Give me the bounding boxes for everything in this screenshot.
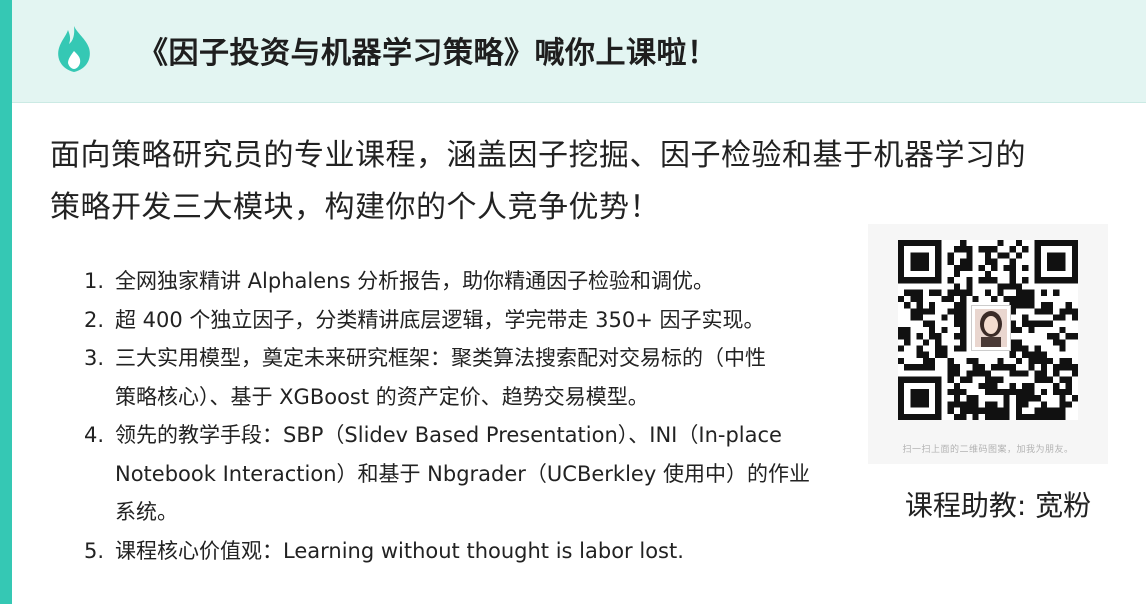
feature-item: 1. 全网独家精讲 Alphalens 分析报告，助你精通因子检验和调优。 [84, 262, 874, 301]
page-title: 《因子投资与机器学习策略》喊你上课啦！ [138, 36, 718, 71]
flame-icon [58, 26, 90, 72]
course-card: 《因子投资与机器学习策略》喊你上课啦！ 面向策略研究员的专业课程，涵盖因子挖掘、… [0, 0, 1146, 604]
feature-item: 5. 课程核心价值观：Learning without thought is l… [84, 532, 874, 571]
wechat-qr-card: 扫一扫上面的二维码图案，加我为朋友。 [868, 224, 1108, 464]
feature-item: 2. 超 400 个独立因子，分类精讲底层逻辑，学完带走 350+ 因子实现。 [84, 301, 874, 340]
feature-item: 4. 领先的教学手段：SBP（Slidev Based Presentation… [84, 416, 874, 532]
feature-number: 2. [84, 307, 105, 332]
course-summary: 面向策略研究员的专业课程，涵盖因子挖掘、因子检验和基于机器学习的 策略开发三大模… [50, 130, 1110, 234]
feature-text: 三大实用模型，奠定未来研究框架：聚类算法搜索配对交易标的（中性 [115, 346, 766, 370]
feature-text: 全网独家精讲 Alphalens 分析报告，助你精通因子检验和调优。 [115, 269, 715, 293]
feature-number: 1. [84, 269, 105, 293]
assistant-label: 课程助教: 宽粉 [904, 489, 1092, 522]
feature-text: 超 400 个独立因子，分类精讲底层逻辑，学完带走 350+ 因子实现。 [115, 307, 765, 332]
feature-text: 系统。 [115, 500, 178, 524]
feature-number: 4. [84, 423, 105, 447]
feature-number: 3. [84, 346, 105, 370]
feature-number: 5. [84, 538, 105, 563]
feature-text: 课程核心价值观：Learning without thought is labo… [115, 538, 684, 563]
summary-line: 面向策略研究员的专业课程，涵盖因子挖掘、因子检验和基于机器学习的 [50, 138, 1026, 173]
qr-hint-text: 扫一扫上面的二维码图案，加我为朋友。 [902, 445, 1074, 455]
feature-text: 领先的教学手段：SBP（Slidev Based Presentation）、I… [115, 423, 782, 447]
feature-text: 策略核心）、基于 XGBoost 的资产定价、趋势交易模型。 [115, 384, 649, 409]
avatar [972, 306, 1010, 350]
card-header: 《因子投资与机器学习策略》喊你上课啦！ [12, 0, 1146, 103]
feature-item: 3. 三大实用模型，奠定未来研究框架：聚类算法搜索配对交易标的（中性 策略核心）… [84, 339, 874, 416]
feature-text: Notebook Interaction）和基于 Nbgrader（UCBerk… [115, 461, 810, 486]
feature-list: 1. 全网独家精讲 Alphalens 分析报告，助你精通因子检验和调优。 2.… [84, 262, 874, 570]
